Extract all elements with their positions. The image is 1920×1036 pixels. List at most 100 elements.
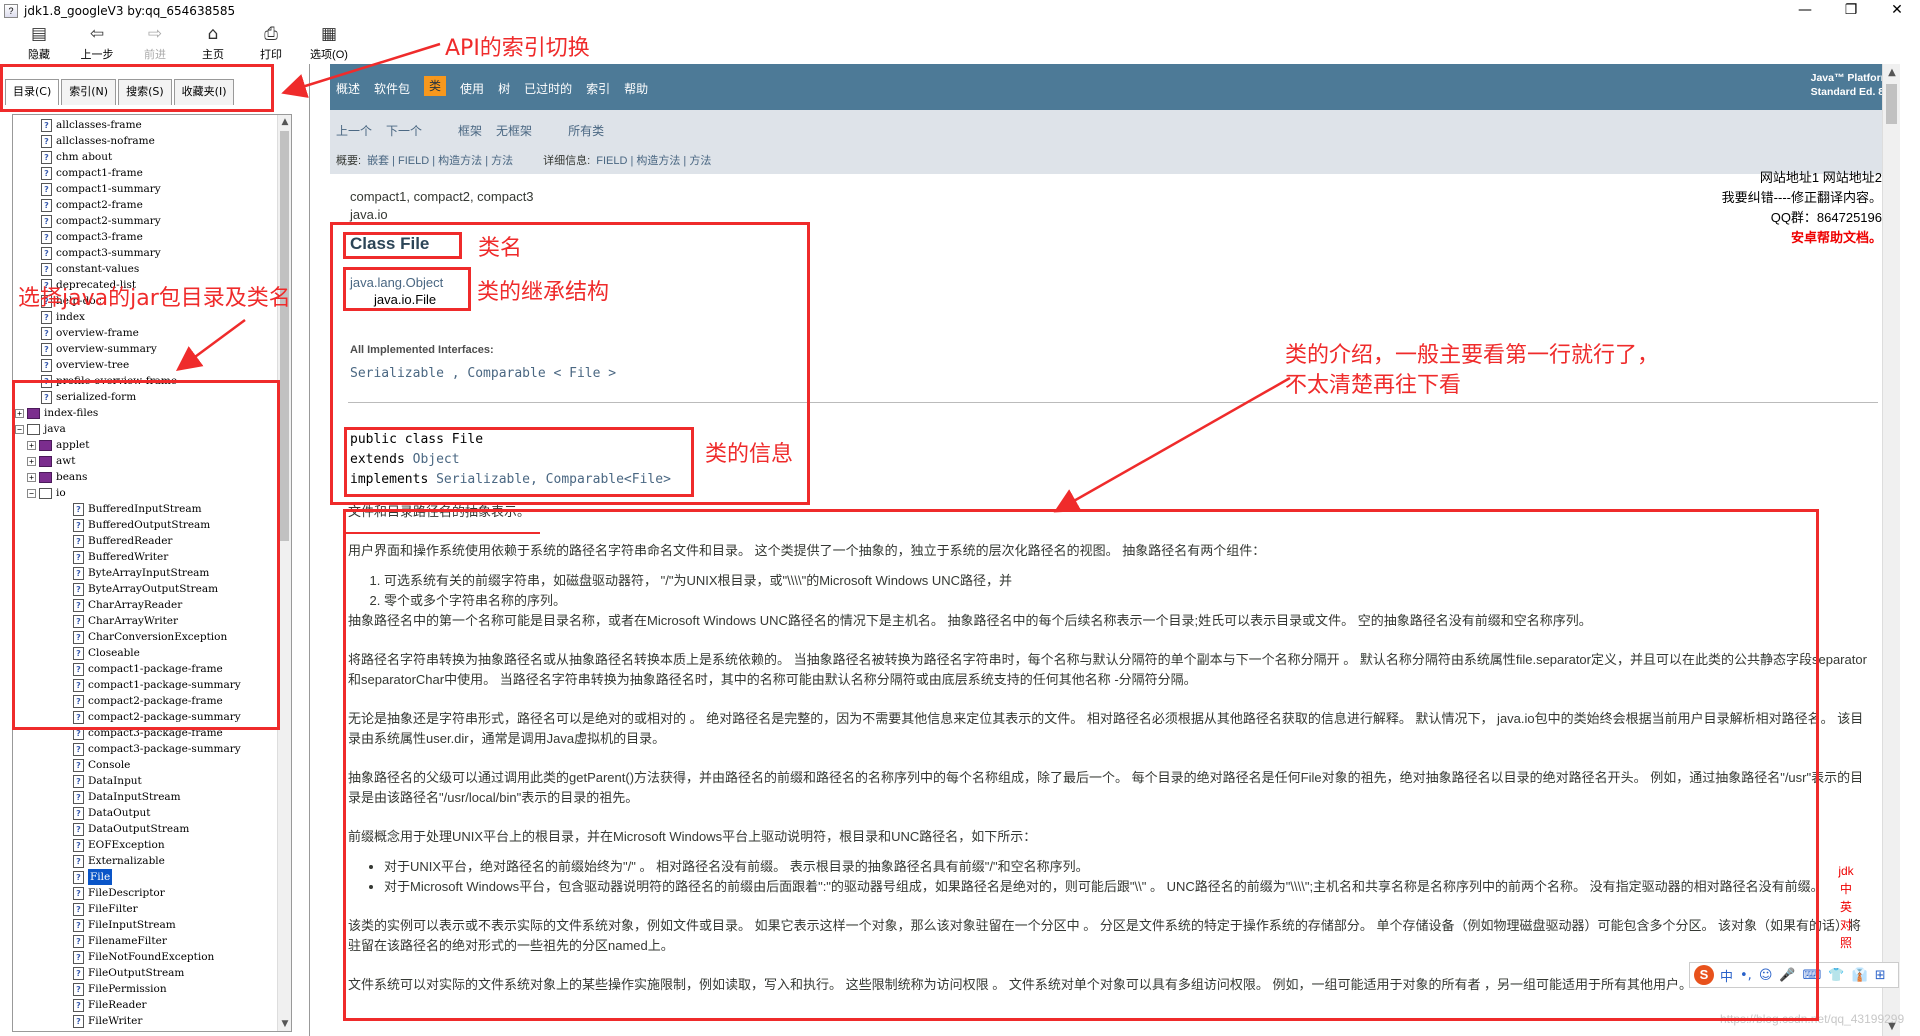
navbar-item[interactable]: 索引 [586, 80, 610, 97]
ime-button-icon[interactable]: ⊞ [1875, 968, 1886, 983]
tree-item[interactable]: − java [15, 421, 66, 437]
collapse-icon[interactable]: − [27, 488, 36, 498]
noframes-link[interactable]: 无框架 [496, 122, 532, 139]
android-help-link[interactable]: 安卓帮助文档。 [1722, 228, 1882, 248]
tab-index[interactable]: 索引(N) [61, 79, 117, 105]
frames-link[interactable]: 框架 [458, 122, 482, 139]
ime-button-icon[interactable]: 🎤 [1779, 968, 1795, 983]
tree-item[interactable]: ? Closeable [73, 645, 140, 661]
implemented-interfaces[interactable]: Serializable , Comparable < File > [350, 366, 616, 381]
content-scrollbar[interactable]: ▲ ▼ [1882, 64, 1900, 1036]
navbar-item[interactable]: 使用 [460, 80, 484, 97]
tree-item[interactable]: ? DataInput [73, 773, 142, 789]
tree-item[interactable]: ? BufferedOutputStream [73, 517, 210, 533]
tree-item[interactable]: ? FileInputStream [73, 917, 176, 933]
scroll-up-icon[interactable]: ▲ [1883, 64, 1900, 82]
tab-search[interactable]: 搜索(S) [118, 79, 172, 105]
navbar-item[interactable]: 软件包 [374, 80, 410, 97]
tree-item[interactable]: ? allclasses-frame [41, 117, 142, 133]
tree-item[interactable]: ? FileReader [73, 997, 147, 1013]
tree-item[interactable]: ? BufferedInputStream [73, 501, 202, 517]
tree-item[interactable]: ? ByteArrayInputStream [73, 565, 209, 581]
tree-item[interactable]: ? compact3-frame [41, 229, 143, 245]
tree-item[interactable]: + applet [27, 437, 90, 453]
tree-item[interactable]: ? compact1-summary [41, 181, 161, 197]
minimize-button[interactable]: — [1782, 0, 1828, 22]
toolbar-button-3[interactable]: ⌂ 主页 [184, 22, 242, 62]
tree-item[interactable]: + beans [27, 469, 87, 485]
tree-item[interactable]: ? serialized-form [41, 389, 136, 405]
expand-icon[interactable]: + [15, 408, 24, 418]
prev-class-link[interactable]: 上一个 [336, 122, 372, 139]
tree-item[interactable]: ? FileWriter [73, 1013, 142, 1029]
tree-item[interactable]: ? compact2-package-frame [73, 693, 223, 709]
toolbar-button-4[interactable]: ⎙ 打印 [242, 22, 300, 62]
tree-item[interactable]: ? compact2-frame [41, 197, 143, 213]
tree-scroll-thumb[interactable] [280, 131, 289, 541]
navbar-item[interactable]: 概述 [336, 80, 360, 97]
scroll-up-icon[interactable]: ▲ [278, 115, 291, 129]
tree-item[interactable]: ? FilenameFilter [73, 933, 167, 949]
tree-item[interactable]: ? compact1-frame [41, 165, 143, 181]
ime-button-icon[interactable]: 👔 [1852, 968, 1868, 983]
detail-links[interactable]: FIELD | 构造方法 | 方法 [596, 152, 711, 168]
tree-item[interactable]: ? compact3-package-summary [73, 741, 241, 757]
tree-item[interactable]: ? FilePermission [73, 981, 167, 997]
tree-item[interactable]: ? BufferedReader [73, 533, 172, 549]
ime-button-icon[interactable]: •, [1740, 968, 1752, 983]
tree-item[interactable]: ? chm about [41, 149, 112, 165]
errata-link[interactable]: 我要纠错----修正翻译内容。 [1722, 188, 1882, 208]
toolbar-button-1[interactable]: ⇦ 上一步 [68, 22, 126, 62]
tree-item[interactable]: ? FileNotFoundException [73, 949, 214, 965]
tree-item[interactable]: ? CharArrayReader [73, 597, 182, 613]
tree-item[interactable]: ? compact3-package-frame [73, 725, 223, 741]
tree-scrollbar[interactable]: ▲ ▼ [277, 115, 291, 1031]
tree-item[interactable]: ? DataOutput [73, 805, 150, 821]
tree-item[interactable]: ? CharConversionException [73, 629, 227, 645]
tree-item[interactable]: ? constant-values [41, 261, 139, 277]
tree-item[interactable]: ? BufferedWriter [73, 549, 168, 565]
tree-item[interactable]: ? FileDescriptor [73, 885, 165, 901]
scroll-down-icon[interactable]: ▼ [278, 1017, 291, 1031]
tree-item[interactable]: ? compact3-summary [41, 245, 161, 261]
toolbar-button-5[interactable]: ▦ 选项(O) [300, 22, 358, 62]
tree-item[interactable]: ? ByteArrayOutputStream [73, 581, 218, 597]
tree-item[interactable]: + awt [27, 453, 75, 469]
close-button[interactable]: ✕ [1874, 0, 1920, 22]
tree-item[interactable]: ? overview-tree [41, 357, 129, 373]
site-links[interactable]: 网站地址1 网站地址2 [1722, 168, 1882, 188]
tree-item[interactable]: ? Externalizable [73, 853, 165, 869]
summary-links[interactable]: 嵌套 | FIELD | 构造方法 | 方法 [367, 152, 513, 168]
tree-item[interactable]: ? compact2-package-summary [73, 709, 241, 725]
tree-item[interactable]: ? File [73, 869, 113, 885]
toolbar-button-0[interactable]: ▤ 隐藏 [10, 22, 68, 62]
tree-item[interactable]: ? FileFilter [73, 901, 138, 917]
ime-button-icon[interactable]: ☺ [1759, 968, 1773, 983]
expand-icon[interactable]: + [27, 472, 36, 482]
sogou-logo-icon[interactable]: S [1694, 965, 1714, 985]
collapse-icon[interactable]: − [15, 424, 24, 434]
decl-implements-types[interactable]: Serializable, Comparable<File> [436, 472, 671, 487]
toolbar-button-2[interactable]: ⇨ 前进 [126, 22, 184, 62]
tab-contents[interactable]: 目录(C) [5, 79, 60, 105]
next-class-link[interactable]: 下一个 [386, 122, 422, 139]
tree-item[interactable]: ? compact1-package-frame [73, 661, 223, 677]
ime-button-icon[interactable]: 👕 [1828, 968, 1844, 983]
navbar-item[interactable]: 已过时的 [524, 80, 572, 97]
tree-item[interactable]: ? CharArrayWriter [73, 613, 178, 629]
tree-item[interactable]: ? FileOutputStream [73, 965, 184, 981]
tree-item[interactable]: ? overview-summary [41, 341, 157, 357]
navbar-item[interactable]: 帮助 [624, 80, 648, 97]
content-scroll-thumb[interactable] [1886, 84, 1897, 124]
expand-icon[interactable]: + [27, 440, 36, 450]
tree-item[interactable]: ? Console [73, 757, 130, 773]
decl-extends-type[interactable]: Object [413, 452, 460, 467]
tab-favorites[interactable]: 收藏夹(I) [173, 79, 235, 105]
tree-item[interactable]: ? profile-overview-frame [41, 373, 177, 389]
tree-item[interactable]: ? compact2-summary [41, 213, 161, 229]
tree-item[interactable]: + index-files [15, 405, 98, 421]
tree-item[interactable]: − io [27, 485, 66, 501]
ime-button-icon[interactable]: 中 [1720, 966, 1733, 985]
navbar-item[interactable]: 类 [424, 76, 447, 96]
tree-item[interactable]: ? DataOutputStream [73, 821, 189, 837]
